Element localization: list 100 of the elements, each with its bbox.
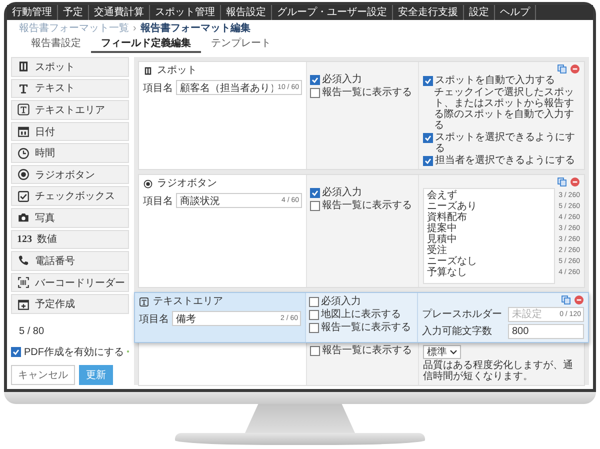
setting-field[interactable]: 800 [508,324,584,339]
text-box-icon [139,297,149,307]
field-type-title: テキストエリア [153,296,223,308]
copy-icon[interactable] [557,177,567,187]
help-text: 品質はある程度劣化しますが、通信時間が短くなります。 [423,360,574,382]
checkbox-label: スポットを自動で入力する [435,75,555,86]
calendar-icon [17,125,30,138]
checkbox[interactable] [310,201,320,211]
number-icon: 123 [17,234,32,245]
choice-text: ニーズなし [427,256,478,267]
checkbox[interactable] [423,133,433,143]
tab[interactable]: テンプレート [201,36,281,53]
checkbox[interactable] [423,76,433,86]
choice-text: 見積中 [427,234,458,245]
delete-icon[interactable] [574,295,584,305]
setting-label: プレースホルダー [422,309,503,320]
phone-icon [17,254,30,268]
menu-item[interactable]: グループ・ユーザー設定 [272,5,393,20]
checkbox-label: 地図上に表示する [321,309,401,320]
field-type-item[interactable]: スポット [11,57,129,77]
delete-icon[interactable] [570,64,580,74]
tab[interactable]: 報告書設定 [21,36,91,53]
choice-text: 予算なし [427,267,468,278]
field-type-title: スポット [157,65,197,77]
menu-item[interactable]: ヘルプ [495,5,536,20]
field-type-item[interactable]: チェックボックス [11,186,129,206]
field-type-item[interactable]: 日付 [11,122,129,142]
field-type-label: 数値 [37,233,57,246]
checkbox-label: 担当者を選択できるようにする [435,155,575,166]
field-count: 5 / 80 [18,324,46,339]
menu-item[interactable]: 報告設定 [221,5,272,20]
checkbox-label: PDF作成を有効にする [24,346,124,359]
copy-icon[interactable] [561,295,571,305]
checkbox[interactable] [310,88,320,98]
field-type-label: チェックボックス [35,190,115,204]
quality-select[interactable]: 標準 [423,345,461,359]
checkbox-icon [17,190,30,203]
radio-icon [17,168,30,182]
field-type-label: 時間 [35,146,55,160]
cancel-button[interactable]: キャンセル [11,364,75,385]
choice-text: 資料配布 [427,212,468,223]
choice-text: 会えず [427,190,458,201]
field-type-item[interactable]: ラジオボタン [11,164,129,184]
checkbox-label: スポットを選択できるようにする [435,132,576,154]
field-type-label: 日付 [35,126,55,139]
checkbox-label: 報告一覧に表示する [322,200,412,211]
field-label: 項目名 [139,312,169,326]
checkbox[interactable] [423,156,433,166]
menu-item[interactable]: 設定 [464,5,495,20]
help-text: チェックインで選択したスポット、またはスポットから報告する際のスポットを自動で入力する [433,87,575,131]
menu-item[interactable]: スポット管理 [150,5,221,20]
field-type-label: 写真 [35,212,55,225]
menu-item[interactable]: 予定 [58,5,89,20]
field-type-label: スポット [35,60,75,74]
choice-text: 提案中 [427,223,458,234]
copy-icon[interactable] [557,64,567,74]
field-type-label: テキストエリア [35,104,105,117]
checkbox[interactable] [11,347,21,358]
field-label: 項目名 [143,194,173,208]
field-type-item[interactable]: 予定作成 [11,294,129,314]
caret-icon [450,350,457,354]
camera-icon [17,211,30,224]
tab[interactable]: フィールド定義編集 [91,36,201,53]
field-label: 項目名 [143,82,173,94]
field-type-item[interactable]: 電話番号 [11,251,129,271]
checkbox[interactable] [310,75,320,85]
page-title: 報告書フォーマット編集 [140,23,250,35]
field-type-item[interactable]: バーコードリーダー [11,272,129,292]
calendar-plus-icon [17,298,30,311]
text-icon [17,82,30,95]
checkbox[interactable] [309,297,319,307]
clock-icon [17,146,30,160]
choices-box[interactable]: 会えず ニーズあり 資料配布 提案中 見積中 受注 ニーズなし 予算なし [423,188,555,284]
field-type-item[interactable]: 時間 [11,143,129,163]
delete-icon[interactable] [570,177,580,187]
field-type-title: ラジオボタン [157,178,217,190]
checkbox-label: 報告一覧に表示する [321,322,411,333]
checkbox-label: 必須入力 [322,187,362,198]
radio-icon [143,179,153,189]
field-type-item[interactable]: テキストエリア [11,100,129,120]
menu-item[interactable]: 交通費計算 [89,5,150,20]
checkbox-label: 報告一覧に表示する [322,87,412,98]
checkbox[interactable] [309,310,319,320]
checkbox-label: 必須入力 [321,296,361,307]
menu-item[interactable]: 安全走行支援 [393,5,464,20]
field-type-item[interactable]: 123 数値 [11,230,129,250]
field-type-label: バーコードリーダー [35,276,125,290]
checkbox[interactable] [310,346,320,356]
choice-text: 受注 [427,245,448,256]
text-box-icon [17,103,30,116]
field-type-item[interactable]: テキスト [11,78,129,98]
field-type-label: 予定作成 [35,298,75,312]
field-type-item[interactable]: 写真 [11,208,129,228]
barcode-scan-icon [17,276,30,290]
checkbox[interactable] [310,188,320,198]
setting-label: 入力可能文字数 [422,326,493,337]
checkbox-label: 報告一覧に表示する [322,345,412,356]
checkbox-label: 必須入力 [322,74,362,85]
checkbox[interactable] [309,323,319,333]
menu-item[interactable]: 行動管理 [7,5,58,20]
